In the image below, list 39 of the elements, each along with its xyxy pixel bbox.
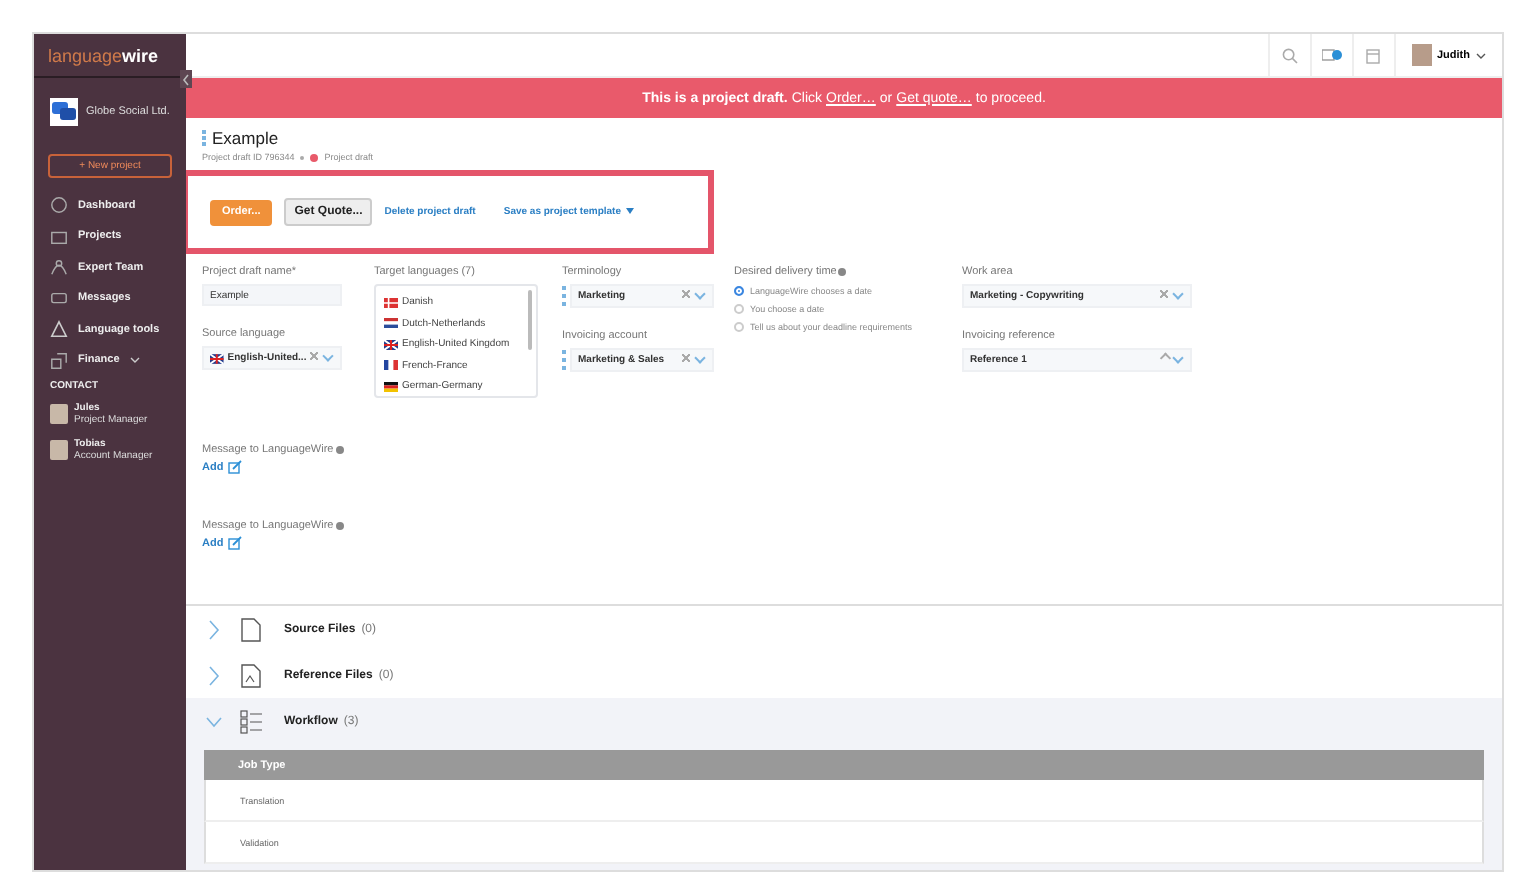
project-title: Example [212,128,279,148]
chevron-right-icon [206,619,222,639]
checklist-icon [240,709,262,733]
flag-icon [384,381,398,392]
chevron-down-icon[interactable] [694,288,706,300]
company-logo [50,98,78,126]
speech-bubble-icon [50,289,68,308]
flag-icon [210,353,224,363]
chevron-down-icon[interactable] [1172,288,1184,300]
clear-icon[interactable] [1160,289,1168,297]
flag-icon [384,339,398,350]
flag-icon [384,360,398,371]
document-icon [240,617,262,641]
image-document-icon [240,663,262,687]
triangle-icon [50,320,68,339]
folder-icon [50,227,68,246]
clear-icon[interactable] [310,351,319,359]
edit-icon[interactable] [227,460,242,474]
separator-dot [300,155,305,159]
caret-icon [625,208,633,215]
edit-icon[interactable] [227,536,242,550]
scrollbar[interactable] [527,290,532,350]
drag-handle-icon[interactable] [202,130,210,146]
chevron-down-icon[interactable] [1172,352,1184,364]
chevron-right-icon [206,665,222,685]
avatar [1411,44,1431,66]
clear-icon[interactable] [682,289,690,297]
status-dot [310,153,319,161]
clear-icon[interactable] [682,353,690,361]
drag-handle-icon[interactable] [562,286,566,306]
stack-icon [50,351,68,370]
drag-handle-icon[interactable] [562,350,566,370]
chevron-down-icon[interactable] [322,350,334,362]
flag-icon [384,318,398,329]
flag-icon [384,297,398,308]
collapse-tab[interactable] [180,70,192,88]
chevron-down-icon[interactable] [694,352,706,364]
caret-icon [1476,51,1486,59]
chevron-up-icon[interactable] [1159,353,1170,363]
